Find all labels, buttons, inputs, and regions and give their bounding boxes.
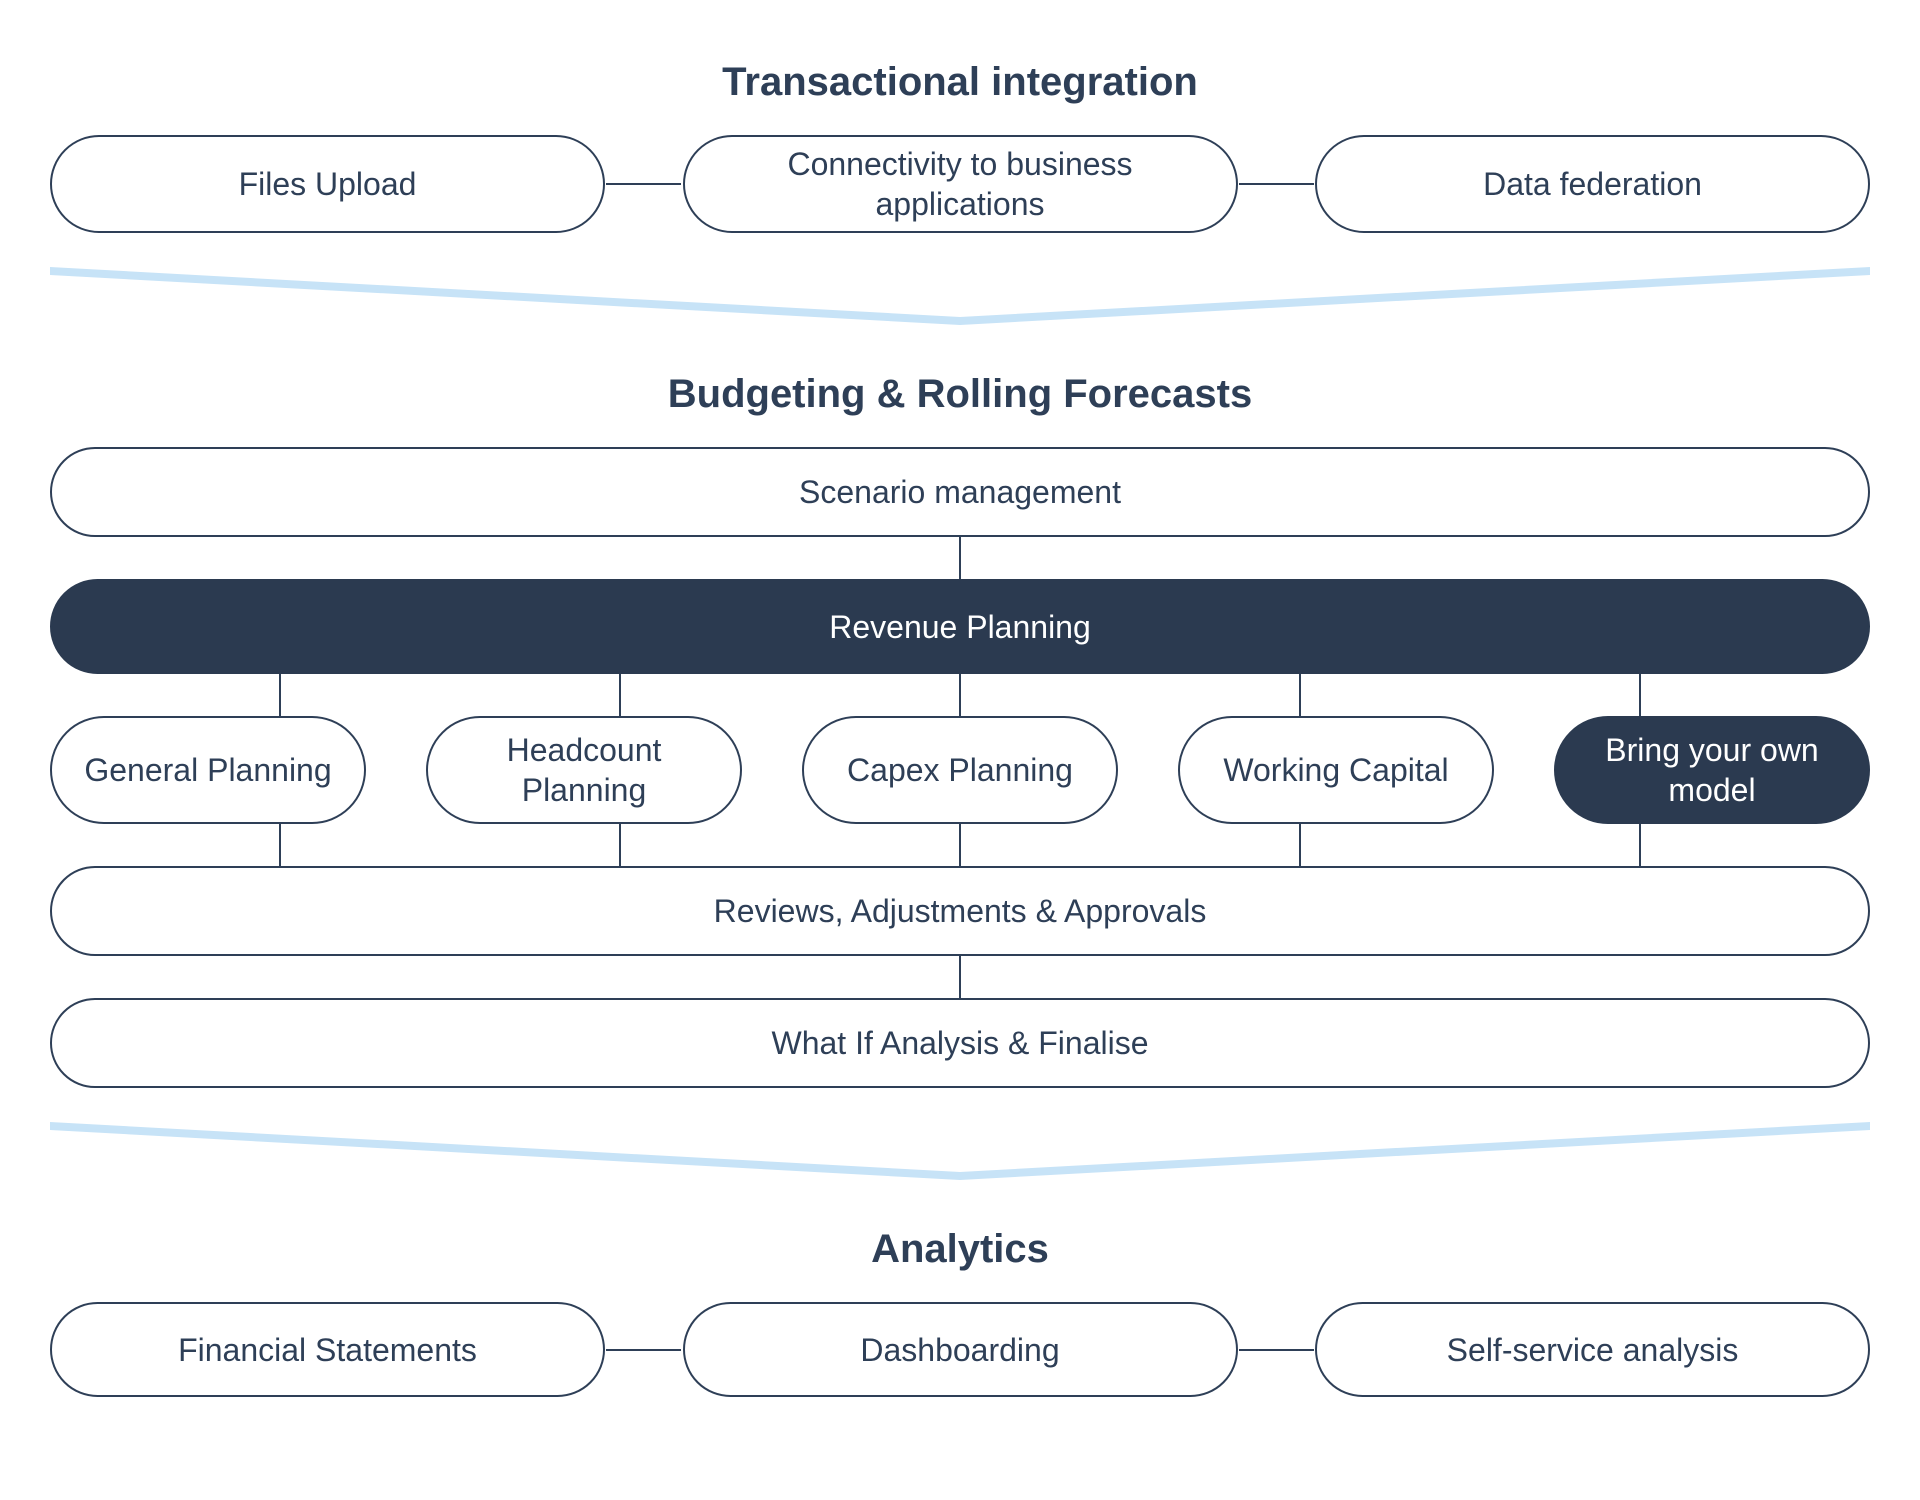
- connector-v: [619, 824, 621, 866]
- pill-capex-planning: Capex Planning: [802, 716, 1118, 824]
- row-revenue: Revenue Planning: [50, 579, 1870, 674]
- connector-v: [959, 956, 961, 998]
- integration-row: Files Upload Connectivity to business ap…: [50, 135, 1870, 233]
- pill-self-service-analysis: Self-service analysis: [1315, 1302, 1870, 1397]
- section-integration: Transactional integration Files Upload C…: [50, 60, 1870, 233]
- separator-arrow-icon: [50, 267, 1870, 327]
- connector-v: [279, 824, 281, 866]
- section-title-integration: Transactional integration: [50, 60, 1870, 105]
- pill-data-federation: Data federation: [1315, 135, 1870, 233]
- pill-general-planning: General Planning: [50, 716, 366, 824]
- connector-v: [279, 674, 281, 716]
- separator-arrow: [50, 267, 1870, 327]
- pill-whatif: What If Analysis & Finalise: [50, 998, 1870, 1088]
- pill-connectivity: Connectivity to business applications: [683, 135, 1238, 233]
- connector-v: [1299, 674, 1301, 716]
- pill-financial-statements: Financial Statements: [50, 1302, 605, 1397]
- connector-v: [1299, 824, 1301, 866]
- section-title-analytics: Analytics: [50, 1227, 1870, 1272]
- pill-dashboarding: Dashboarding: [683, 1302, 1238, 1397]
- separator-arrow: [50, 1122, 1870, 1182]
- connector-v: [619, 674, 621, 716]
- connector-h: [606, 183, 681, 185]
- section-title-budgeting: Budgeting & Rolling Forecasts: [50, 372, 1870, 417]
- pill-bring-your-own-model: Bring your own model: [1554, 716, 1870, 824]
- connector-v: [959, 674, 961, 716]
- separator-arrow-icon: [50, 1122, 1870, 1182]
- row-scenario: Scenario management: [50, 447, 1870, 537]
- pill-scenario-management: Scenario management: [50, 447, 1870, 537]
- section-analytics: Analytics Financial Statements Dashboard…: [50, 1227, 1870, 1397]
- diagram-canvas: Transactional integration Files Upload C…: [0, 0, 1920, 1500]
- analytics-row: Financial Statements Dashboarding Self-s…: [50, 1302, 1870, 1397]
- connector-grid: [50, 674, 1870, 716]
- connector-v: [1639, 824, 1641, 866]
- connector-v: [959, 537, 961, 579]
- connector-v: [959, 824, 961, 866]
- connector-h: [1239, 183, 1314, 185]
- pill-revenue-planning: Revenue Planning: [50, 579, 1870, 674]
- row-reviews: Reviews, Adjustments & Approvals: [50, 866, 1870, 956]
- connector-h: [606, 1349, 681, 1351]
- row-whatif: What If Analysis & Finalise: [50, 998, 1870, 1088]
- pill-reviews: Reviews, Adjustments & Approvals: [50, 866, 1870, 956]
- row-planning-items: General Planning Headcount Planning Cape…: [50, 716, 1870, 824]
- section-budgeting: Budgeting & Rolling Forecasts Scenario m…: [50, 372, 1870, 1088]
- pill-working-capital: Working Capital: [1178, 716, 1494, 824]
- connector-grid: [50, 824, 1870, 866]
- connector-v: [1639, 674, 1641, 716]
- pill-files-upload: Files Upload: [50, 135, 605, 233]
- connector-h: [1239, 1349, 1314, 1351]
- pill-headcount-planning: Headcount Planning: [426, 716, 742, 824]
